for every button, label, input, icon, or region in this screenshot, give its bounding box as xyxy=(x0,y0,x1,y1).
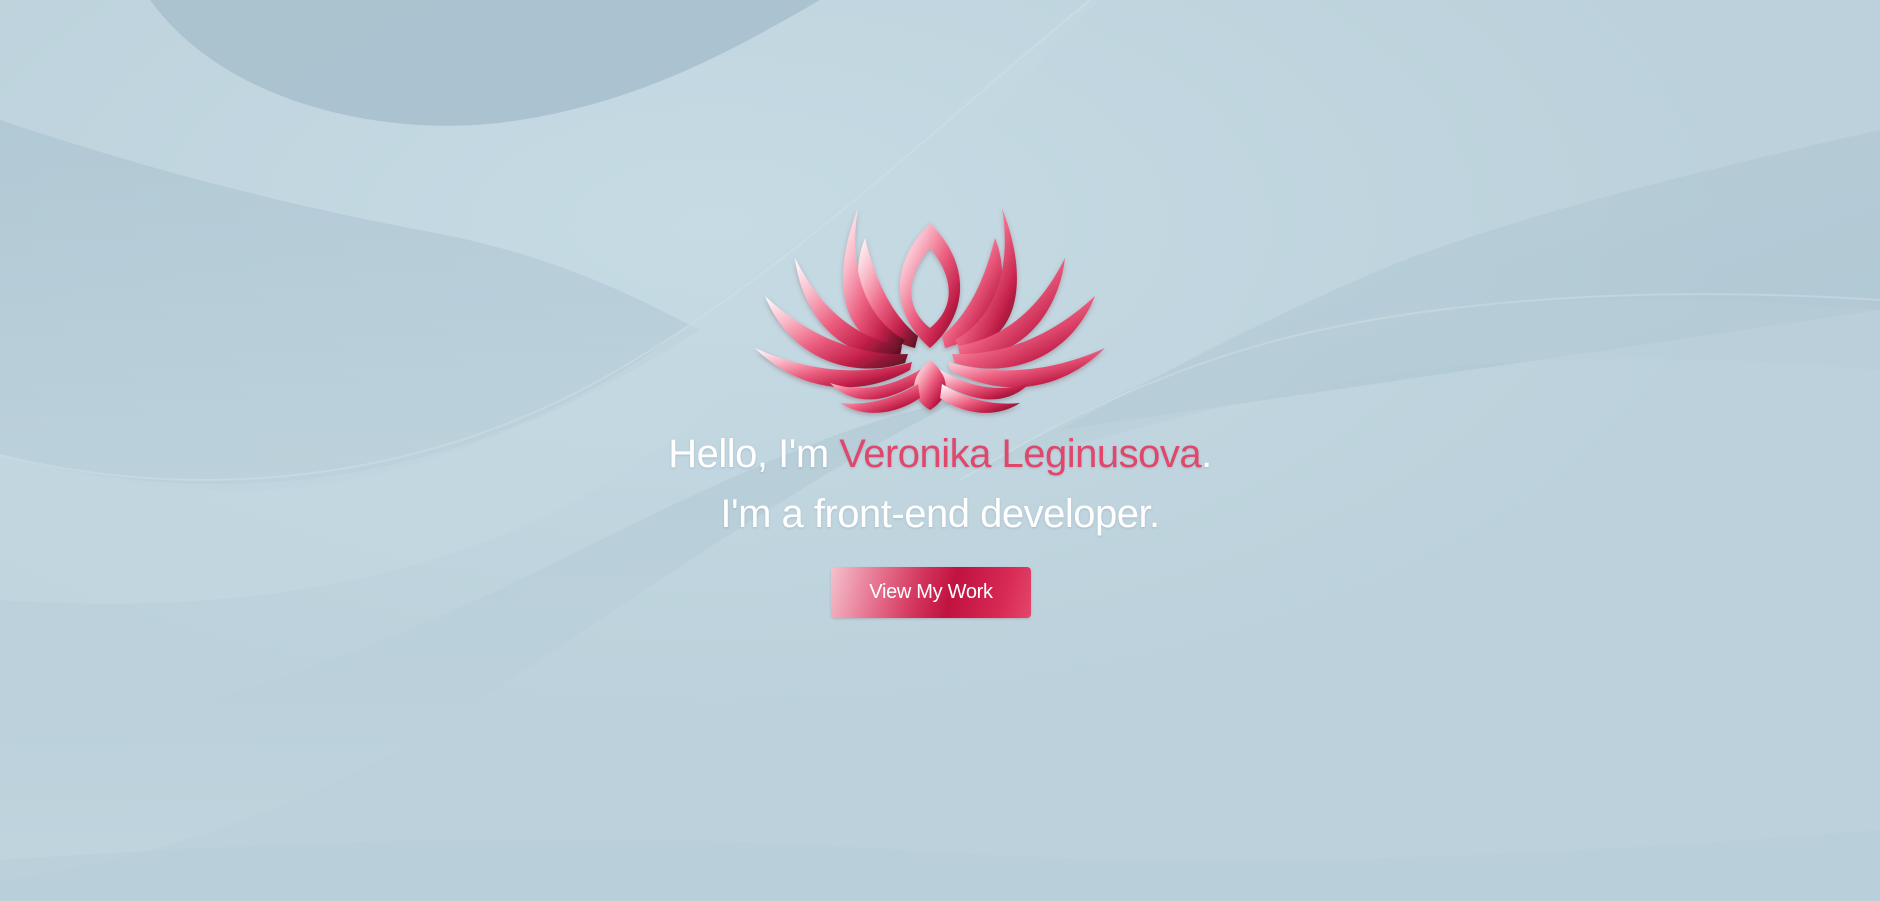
developer-name: Veronika Leginusova xyxy=(839,432,1202,476)
tagline: I'm a front-end developer. xyxy=(720,492,1160,536)
greeting-suffix: . xyxy=(1201,432,1212,476)
greeting-prefix: Hello, I'm xyxy=(668,432,840,476)
lotus-icon xyxy=(755,208,1105,413)
view-my-work-button[interactable]: View My Work xyxy=(831,567,1031,618)
hero-section: Hello, I'm Veronika Leginusova. I'm a fr… xyxy=(0,0,1880,901)
greeting-heading: Hello, I'm Veronika Leginusova. xyxy=(0,432,1880,477)
